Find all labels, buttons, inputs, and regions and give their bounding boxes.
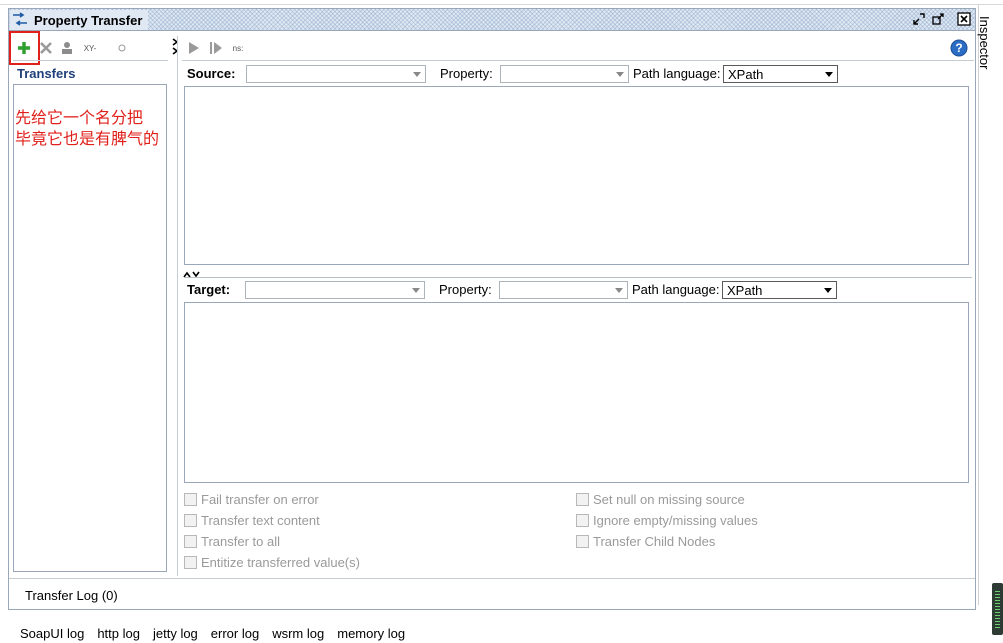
- fail-transfer-label: Fail transfer on error: [201, 492, 319, 507]
- ignore-empty-label: Ignore empty/missing values: [593, 513, 758, 528]
- target-path-editor[interactable]: [184, 302, 969, 483]
- soapui-log-tab[interactable]: SoapUI log: [20, 626, 84, 641]
- transfer-child-nodes-label: Transfer Child Nodes: [593, 534, 716, 549]
- set-null-checkbox[interactable]: Set null on missing source: [576, 492, 745, 507]
- source-property-select[interactable]: [500, 65, 629, 83]
- step-play-icon: [210, 42, 222, 54]
- property-transfer-icon: [12, 11, 28, 29]
- transfer-to-all-checkbox[interactable]: Transfer to all: [184, 534, 280, 549]
- entitize-label: Entitize transferred value(s): [201, 555, 360, 570]
- target-property-select[interactable]: [499, 281, 628, 299]
- rename-transfer-button[interactable]: [58, 38, 76, 58]
- transfer-child-nodes-checkbox[interactable]: Transfer Child Nodes: [576, 534, 715, 549]
- memory-meter: [992, 583, 1003, 635]
- add-transfer-button[interactable]: [13, 38, 35, 58]
- set-null-label: Set null on missing source: [593, 492, 745, 507]
- error-log-tab[interactable]: error log: [211, 626, 259, 641]
- help-icon[interactable]: ?: [950, 39, 968, 60]
- plus-icon: [18, 42, 30, 54]
- window-title: Property Transfer: [34, 12, 143, 28]
- annotation-line-2: 毕竟它也是有脾气的: [15, 131, 160, 148]
- expand-collapse-arrows-icon[interactable]: [183, 267, 201, 282]
- transfers-list[interactable]: [13, 84, 167, 572]
- source-path-language-value: XPath: [728, 67, 764, 82]
- memory-log-tab[interactable]: memory log: [337, 626, 405, 641]
- jetty-log-tab[interactable]: jetty log: [153, 626, 198, 641]
- source-path-language-select[interactable]: XPath: [723, 65, 838, 83]
- settings-dot-icon[interactable]: [116, 38, 128, 58]
- svg-text:?: ?: [955, 41, 962, 55]
- namespace-button[interactable]: ns:: [230, 38, 246, 58]
- x-icon: [40, 42, 52, 54]
- maximize-icon[interactable]: [929, 10, 947, 28]
- target-path-language-label: Path language:: [632, 282, 720, 297]
- entitize-checkbox[interactable]: Entitize transferred value(s): [184, 555, 360, 570]
- title-group: Property Transfer: [10, 10, 149, 30]
- panel-splitter[interactable]: [177, 36, 181, 576]
- log-tabs: SoapUI log http log jetty log error log …: [20, 626, 405, 641]
- ignore-empty-checkbox[interactable]: Ignore empty/missing values: [576, 513, 758, 528]
- top-edge: [0, 0, 1003, 5]
- inspector-label[interactable]: Inspector: [977, 16, 992, 69]
- delete-transfer-button[interactable]: [37, 38, 55, 58]
- wsrm-log-tab[interactable]: wsrm log: [272, 626, 324, 641]
- fail-transfer-checkbox[interactable]: Fail transfer on error: [184, 492, 319, 507]
- play-icon: [189, 42, 199, 54]
- target-path-language-select[interactable]: XPath: [722, 281, 837, 299]
- transfer-text-label: Transfer text content: [201, 513, 320, 528]
- minimize-icon[interactable]: [910, 10, 928, 28]
- source-path-editor[interactable]: [184, 86, 969, 265]
- transfer-log-tab[interactable]: Transfer Log (0): [25, 588, 118, 603]
- run-step-button[interactable]: [208, 38, 224, 58]
- source-select[interactable]: [246, 65, 426, 83]
- source-target-splitter[interactable]: [184, 277, 972, 278]
- titlebar: [9, 9, 975, 31]
- source-property-label: Property:: [440, 66, 493, 81]
- transfer-log-divider: [9, 578, 975, 579]
- target-path-language-value: XPath: [727, 283, 763, 298]
- left-toolbar-divider: [13, 60, 168, 61]
- transfer-to-all-label: Transfer to all: [201, 534, 280, 549]
- target-label: Target:: [187, 282, 231, 297]
- transfer-text-checkbox[interactable]: Transfer text content: [184, 513, 320, 528]
- xy-button[interactable]: XY-: [80, 38, 100, 58]
- run-transfer-button[interactable]: [186, 38, 202, 58]
- target-property-label: Property:: [439, 282, 492, 297]
- close-icon[interactable]: [955, 10, 973, 28]
- annotation-line-1: 先给它一个名分把: [15, 110, 144, 127]
- target-select[interactable]: [245, 281, 425, 299]
- source-label: Source:: [187, 66, 236, 81]
- source-path-language-label: Path language:: [633, 66, 721, 81]
- transfers-heading: Transfers: [17, 66, 76, 81]
- right-toolbar-divider: [182, 60, 974, 61]
- person-icon: [62, 42, 72, 54]
- http-log-tab[interactable]: http log: [97, 626, 140, 641]
- inspector-strip[interactable]: [978, 5, 1003, 605]
